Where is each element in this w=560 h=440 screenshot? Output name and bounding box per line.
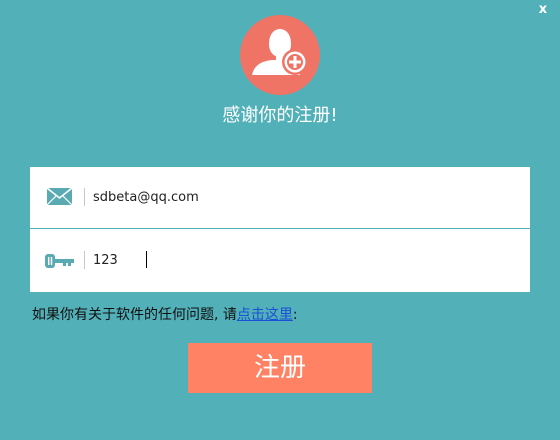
user-add-icon — [240, 15, 320, 95]
password-row — [30, 229, 530, 292]
registration-form — [30, 167, 530, 292]
help-text: 如果你有关于软件的任何问题, 请点击这里: — [32, 305, 298, 325]
help-suffix: : — [292, 307, 298, 323]
register-button[interactable]: 注册 — [188, 343, 372, 393]
help-prefix: 如果你有关于软件的任何问题, 请 — [32, 307, 237, 323]
password-input[interactable] — [93, 248, 513, 272]
key-icon — [45, 246, 75, 276]
help-link[interactable]: 点击这里 — [237, 307, 293, 323]
registration-window: x 感谢你的注册! sdbeta@qq.com 123 如果你有关于软件的任何问… — [0, 0, 560, 440]
close-button[interactable]: x — [536, 3, 550, 17]
email-row — [30, 167, 530, 228]
envelope-icon — [45, 183, 75, 213]
email-input[interactable] — [93, 185, 513, 209]
text-caret — [146, 251, 147, 268]
page-title: 感谢你的注册! — [222, 105, 338, 126]
field-divider — [84, 188, 85, 206]
field-divider — [84, 251, 85, 269]
